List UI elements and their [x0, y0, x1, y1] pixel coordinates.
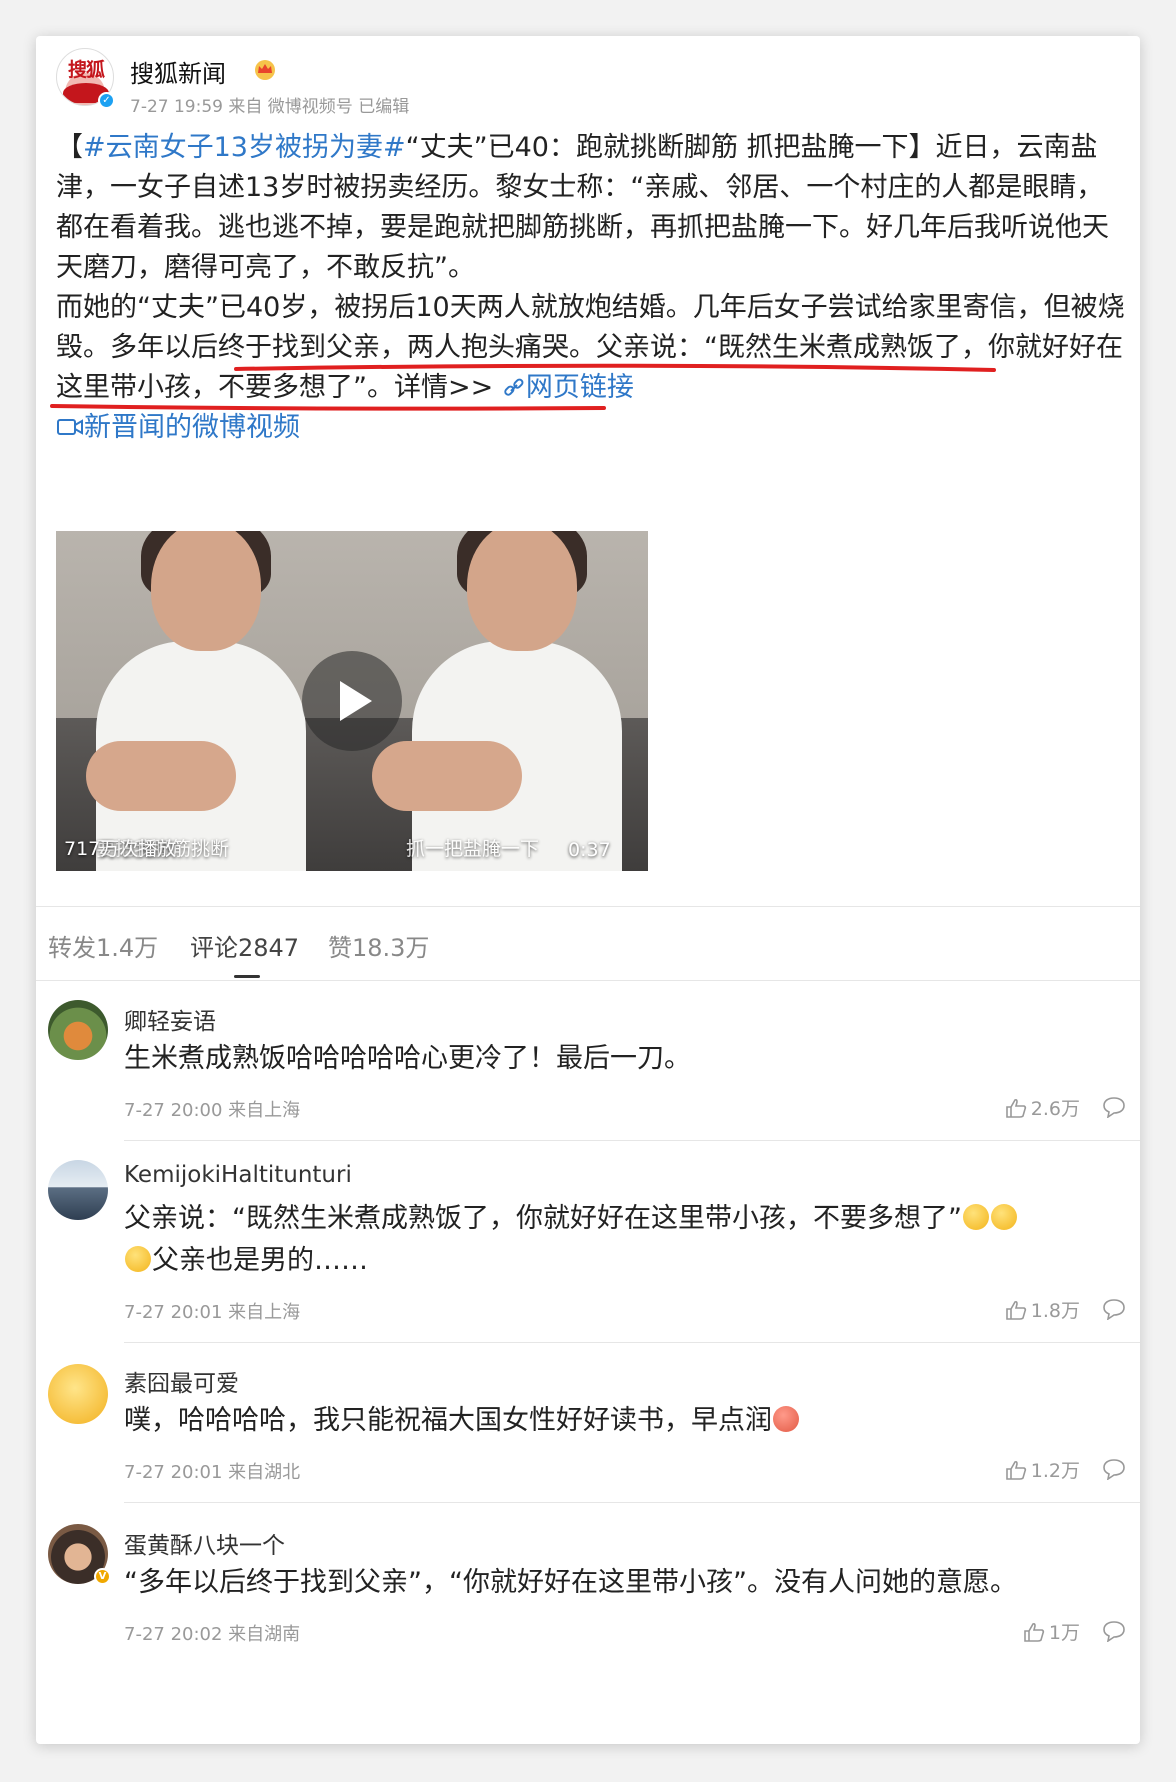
active-tab-indicator [234, 975, 260, 978]
video-player[interactable]: 要把我脚筋挑断 717万次播放 抓一把盐腌一下 0:37 [56, 531, 648, 871]
thumbs-up-icon [1005, 1098, 1026, 1118]
thumbs-up-icon [1024, 1622, 1045, 1642]
video-subtitle-right: 抓一把盐腌一下 [406, 838, 540, 860]
bracket: 【 [56, 132, 83, 163]
divider [36, 906, 1140, 907]
like-count: 2.6万 [1030, 1098, 1080, 1120]
video-duration: 0:37 [568, 839, 611, 861]
comment-text: 生米煮成熟饭哈哈哈哈哈心更冷了！最后一刀。 [124, 1043, 691, 1074]
post-meta: 7-27 19:59 来自 微博视频号 已编辑 [130, 97, 410, 117]
logo-text: 搜狐 [67, 59, 105, 81]
tab-comments[interactable]: 评论2847 [190, 928, 299, 963]
details-link[interactable]: 详情>> [394, 372, 493, 403]
like-count: 1.2万 [1030, 1460, 1080, 1482]
commenter-avatar[interactable] [48, 1000, 108, 1060]
author-name[interactable]: 搜狐新闻 [130, 54, 226, 89]
divider [36, 980, 1140, 981]
reply-icon[interactable] [1102, 1620, 1126, 1642]
hashtag-link[interactable]: #云南女子13岁被拐为妻# [83, 132, 406, 163]
tab-repost[interactable]: 转发1.4万 [48, 928, 158, 963]
source-video-label: 新晋闻的微博视频 [84, 412, 300, 443]
vip-badge-icon: V [94, 1568, 111, 1585]
weibo-post-card: 搜狐 ✓ 搜狐新闻 7-27 19:59 来自 微博视频号 已编辑 【#云南女子… [36, 36, 1140, 1744]
reply-icon[interactable] [1102, 1298, 1126, 1320]
like-button[interactable]: 2.6万 [1005, 1094, 1080, 1121]
comment-time: 7-27 20:02 来自湖南 [124, 1624, 301, 1645]
like-count: 1万 [1048, 1622, 1080, 1644]
reply-icon[interactable] [1102, 1458, 1126, 1480]
crab-emoji-icon [773, 1406, 799, 1432]
web-link-label: 网页链接 [525, 372, 634, 403]
comment-text-line1: 父亲说：“既然生米煮成熟饭了，你就好好在这里带小孩，不要多想了” [124, 1203, 962, 1234]
commenter-name[interactable]: KemijokiHaltitunturi [124, 1162, 352, 1188]
thumbs-up-icon [1005, 1300, 1026, 1320]
commenter-avatar[interactable] [48, 1364, 108, 1424]
comment-text: “多年以后终于找到父亲”，“你就好好在这里带小孩”。没有人问她的意愿。 [124, 1567, 1017, 1598]
like-button[interactable]: 1.8万 [1005, 1296, 1080, 1323]
comment-time: 7-27 20:01 来自湖北 [124, 1462, 301, 1483]
thinking-emoji-icon [125, 1246, 151, 1272]
thumbs-up-icon [1005, 1460, 1026, 1480]
link-icon [504, 378, 524, 396]
comment-text: 父亲说：“既然生米煮成熟饭了，你就好好在这里带小孩，不要多想了” 父亲也是男的…… [124, 1198, 1124, 1282]
verified-icon: ✓ [98, 92, 115, 109]
like-button[interactable]: 1.2万 [1005, 1456, 1080, 1483]
tab-likes[interactable]: 赞18.3万 [328, 928, 429, 963]
comment-divider [124, 1140, 1140, 1141]
reply-icon[interactable] [1102, 1096, 1126, 1118]
post-actions-tabs: 转发1.4万 评论2847 赞18.3万 [48, 920, 648, 980]
comment-divider [124, 1502, 1140, 1503]
source-video-link[interactable]: 新晋闻的微博视频 [56, 408, 1126, 448]
comment-text: 噗，哈哈哈哈，我只能祝福大国女性好好读书，早点润 [124, 1400, 1124, 1442]
play-count: 717万次播放 [64, 838, 177, 860]
video-camera-icon [57, 419, 83, 435]
play-icon[interactable] [302, 651, 402, 751]
commenter-avatar[interactable] [48, 1160, 108, 1220]
comment-time: 7-27 20:00 来自上海 [124, 1100, 301, 1121]
like-count: 1.8万 [1030, 1300, 1080, 1322]
commenter-name[interactable]: 蛋黄酥八块一个 [124, 1526, 285, 1560]
commenter-name[interactable]: 卿轻妄语 [124, 1002, 216, 1036]
comment-divider [124, 1342, 1140, 1343]
post-header: 搜狐 ✓ 搜狐新闻 7-27 19:59 来自 微博视频号 已编辑 [56, 48, 956, 118]
post-body: 【#云南女子13岁被拐为妻#“丈夫”已40：跑就挑断脚筋 抓把盐腌一下】近日，云… [56, 128, 1126, 448]
thinking-emoji-icon [962, 1204, 989, 1230]
crown-icon [255, 60, 275, 80]
thinking-emoji-icon [990, 1204, 1017, 1230]
web-link[interactable]: 网页链接 [502, 372, 634, 403]
comment-time: 7-27 20:01 来自上海 [124, 1302, 301, 1323]
comment-text-line2: 父亲也是男的…… [152, 1245, 368, 1276]
like-button[interactable]: 1万 [1023, 1618, 1080, 1645]
comment-text-body: 噗，哈哈哈哈，我只能祝福大国女性好好读书，早点润 [124, 1405, 772, 1436]
commenter-name[interactable]: 素囧最可爱 [124, 1364, 239, 1398]
